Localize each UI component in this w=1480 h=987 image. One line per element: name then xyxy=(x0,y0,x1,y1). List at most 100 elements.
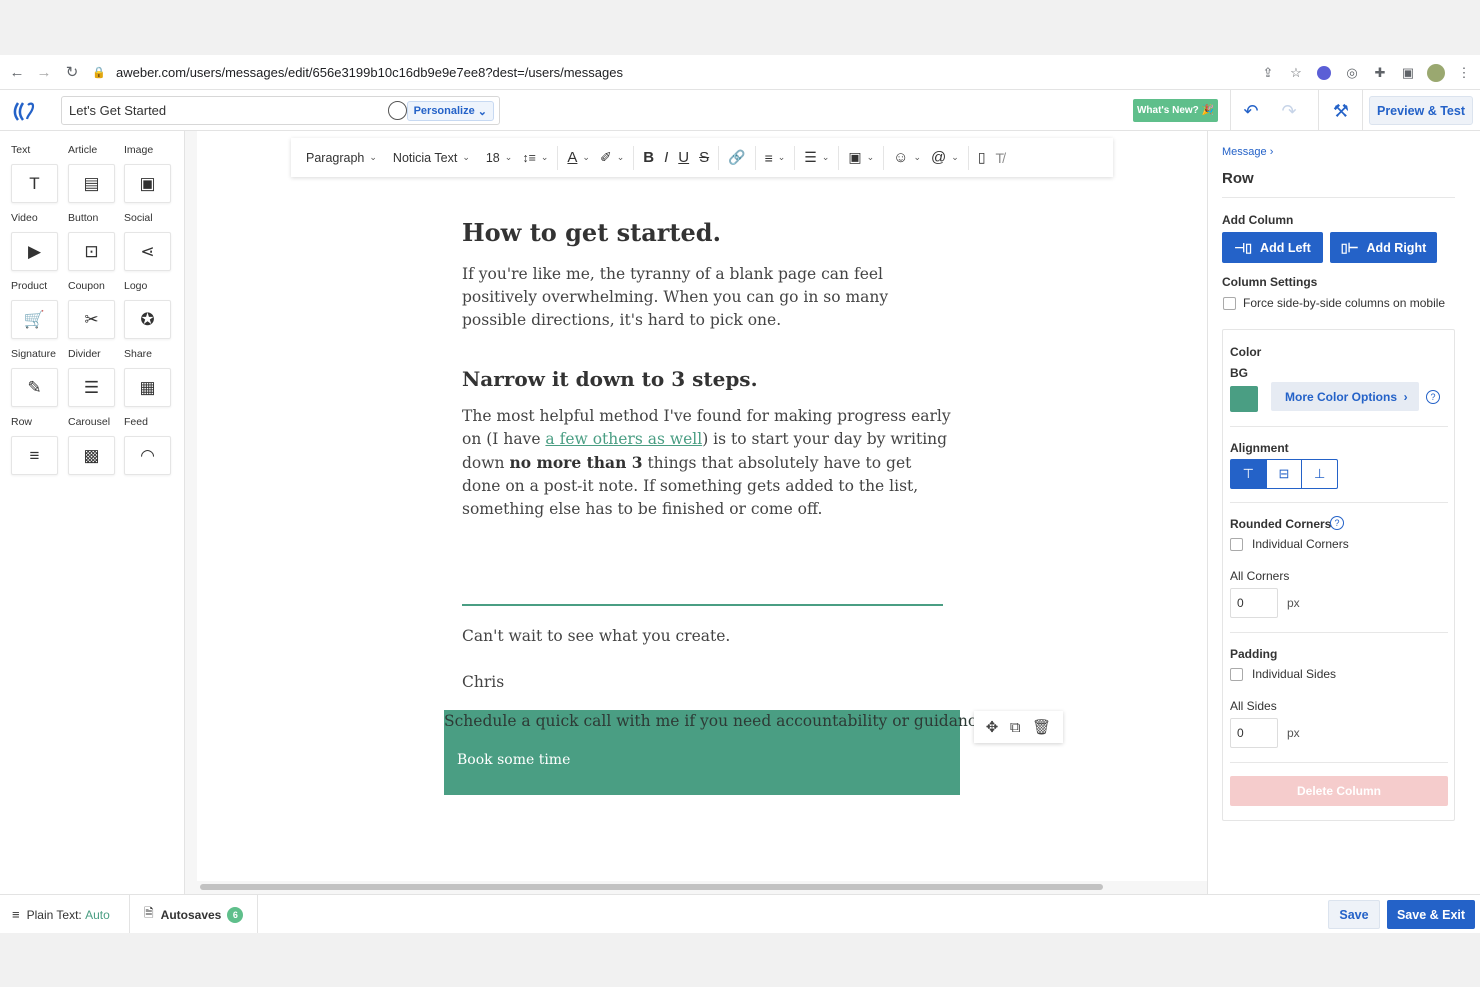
block-divider[interactable]: Divider ☰ xyxy=(68,348,115,407)
block-text[interactable]: Text T xyxy=(11,144,58,203)
breadcrumb[interactable]: Message › xyxy=(1222,146,1273,158)
few-others-link[interactable]: a few others as well xyxy=(545,430,702,448)
duplicate-icon[interactable]: ⧉ xyxy=(1010,719,1021,736)
share-icon[interactable]: ⇪ xyxy=(1258,63,1278,83)
add-left-button[interactable]: ⊣▯ Add Left xyxy=(1222,232,1323,263)
extension-a-icon[interactable] xyxy=(1314,63,1334,83)
book-time-button[interactable]: Book some time xyxy=(457,752,570,768)
forward-icon[interactable]: → xyxy=(30,58,58,86)
block-share[interactable]: Share ▦ xyxy=(124,348,171,407)
bg-color-swatch[interactable] xyxy=(1230,386,1258,412)
block-row[interactable]: Row ≡ xyxy=(11,416,58,475)
whats-new-button[interactable]: What's New? 🎉 xyxy=(1133,99,1218,122)
product-icon[interactable]: 🛒 xyxy=(11,300,58,339)
align-middle-icon[interactable]: ⊟ xyxy=(1267,460,1303,488)
strikethrough-icon[interactable]: S xyxy=(694,138,714,177)
block-signature[interactable]: Signature ✎ xyxy=(11,348,58,407)
menu-icon[interactable]: ⋮ xyxy=(1454,63,1474,83)
selected-row[interactable]: Schedule a quick call with me if you nee… xyxy=(444,710,991,795)
list-icon[interactable]: ☰ ⌄ xyxy=(799,138,834,177)
row-text[interactable]: Schedule a quick call with me if you nee… xyxy=(444,712,991,730)
signature-icon[interactable]: ✎ xyxy=(11,368,58,407)
block-product[interactable]: Product 🛒 xyxy=(11,280,58,339)
text-icon[interactable]: T xyxy=(11,164,58,203)
delete-column-button[interactable]: Delete Column xyxy=(1230,776,1448,806)
align-top-icon[interactable]: ⊤ xyxy=(1231,460,1267,488)
emoji-icon[interactable] xyxy=(388,101,407,120)
video-icon[interactable]: ▶ xyxy=(11,232,58,271)
block-button[interactable]: Button ⊡ xyxy=(68,212,115,271)
divider-icon[interactable]: ☰ xyxy=(68,368,115,407)
share-icon[interactable]: ▦ xyxy=(124,368,171,407)
social-icon[interactable]: ⋖ xyxy=(124,232,171,271)
add-right-button[interactable]: ▯⊢ Add Right xyxy=(1330,232,1437,263)
horizontal-scrollbar[interactable] xyxy=(200,884,1103,890)
highlight-icon[interactable]: ✐ ⌄ xyxy=(595,138,629,177)
closing-text[interactable]: Can't wait to see what you create. xyxy=(462,627,730,645)
text-color-icon[interactable]: A ⌄ xyxy=(562,138,595,177)
source-code-icon[interactable]: ▯ xyxy=(973,138,991,177)
block-carousel[interactable]: Carousel ▩ xyxy=(68,416,115,475)
logo-icon[interactable]: ✪ xyxy=(124,300,171,339)
help-icon[interactable]: ? xyxy=(1426,390,1440,404)
row-icon[interactable]: ≡ xyxy=(11,436,58,475)
feed-icon[interactable]: ◠ xyxy=(124,436,171,475)
mention-icon[interactable]: @ ⌄ xyxy=(926,138,964,177)
design-tools-icon[interactable]: ⚒ xyxy=(1330,100,1352,122)
plain-text-toggle[interactable]: ≡ Plain Text: Auto xyxy=(12,895,110,934)
avatar[interactable] xyxy=(1426,63,1446,83)
undo-icon[interactable]: ↶ xyxy=(1240,100,1262,122)
heading-narrow-it-down[interactable]: Narrow it down to 3 steps. xyxy=(462,367,758,391)
emoji-icon[interactable]: ☺ ⌄ xyxy=(888,138,926,177)
back-icon[interactable]: ← xyxy=(3,58,31,86)
font-select[interactable]: Noticia Text ⌄ xyxy=(388,138,475,177)
paragraph-select[interactable]: Paragraph ⌄ xyxy=(301,138,382,177)
sidebar-icon[interactable]: ▣ xyxy=(1398,63,1418,83)
paragraph-method[interactable]: The most helpful method I've found for m… xyxy=(462,405,952,521)
autosaves-button[interactable]: 🗎 Autosaves 6 xyxy=(144,895,244,934)
block-article[interactable]: Article ▤ xyxy=(68,144,115,203)
align-bottom-icon[interactable]: ⊥ xyxy=(1302,460,1337,488)
underline-icon[interactable]: U xyxy=(673,138,694,177)
align-icon[interactable]: ≡ ⌄ xyxy=(760,138,791,177)
image-icon[interactable]: ▣ xyxy=(124,164,171,203)
heading-how-to-get-started[interactable]: How to get started. xyxy=(462,218,721,247)
reload-icon[interactable]: ↻ xyxy=(58,58,86,86)
coupon-icon[interactable]: ✂ xyxy=(68,300,115,339)
force-side-by-side-checkbox[interactable] xyxy=(1223,297,1236,310)
signature-text[interactable]: Chris xyxy=(462,673,504,691)
insert-image-icon[interactable]: ▣ ⌄ xyxy=(843,138,879,177)
font-size-select[interactable]: 18 ⌄ xyxy=(481,138,517,177)
block-video[interactable]: Video ▶ xyxy=(11,212,58,271)
carousel-icon[interactable]: ▩ xyxy=(68,436,115,475)
address-bar[interactable]: 🔒 aweber.com/users/messages/edit/656e319… xyxy=(92,59,1307,86)
link-icon[interactable]: 🔗 xyxy=(723,138,750,177)
divider-line[interactable] xyxy=(462,604,943,606)
bold-icon[interactable]: B xyxy=(638,138,659,177)
block-logo[interactable]: Logo ✪ xyxy=(124,280,171,339)
paragraph-intro[interactable]: If you're like me, the tyranny of a blan… xyxy=(462,263,952,332)
block-image[interactable]: Image ▣ xyxy=(124,144,171,203)
extension-b-icon[interactable]: ◎ xyxy=(1342,63,1362,83)
save-button[interactable]: Save xyxy=(1328,900,1380,929)
subject-input[interactable]: Let's Get Started Personalize ⌄ xyxy=(61,96,500,125)
clear-format-icon[interactable]: T̸ xyxy=(991,138,1010,177)
article-icon[interactable]: ▤ xyxy=(68,164,115,203)
puzzle-icon[interactable]: ✚ xyxy=(1370,63,1390,83)
block-coupon[interactable]: Coupon ✂ xyxy=(68,280,115,339)
individual-sides-checkbox[interactable] xyxy=(1230,668,1243,681)
block-social[interactable]: Social ⋖ xyxy=(124,212,171,271)
personalize-button[interactable]: Personalize ⌄ xyxy=(406,101,494,121)
redo-icon[interactable]: ↷ xyxy=(1278,100,1300,122)
preview-test-button[interactable]: Preview & Test xyxy=(1369,96,1473,125)
line-height-icon[interactable]: ↕≡ ⌄ xyxy=(517,138,553,177)
more-color-options-button[interactable]: More Color Options › xyxy=(1271,382,1419,411)
help-icon[interactable]: ? xyxy=(1330,516,1344,530)
star-icon[interactable]: ☆ xyxy=(1286,63,1306,83)
move-icon[interactable]: ✥ xyxy=(986,718,999,736)
trash-icon[interactable]: 🗑 xyxy=(1032,718,1051,736)
italic-icon[interactable]: I xyxy=(659,138,673,177)
all-sides-input[interactable]: 0 xyxy=(1230,718,1278,748)
save-exit-button[interactable]: Save & Exit xyxy=(1387,900,1475,929)
block-feed[interactable]: Feed ◠ xyxy=(124,416,171,475)
